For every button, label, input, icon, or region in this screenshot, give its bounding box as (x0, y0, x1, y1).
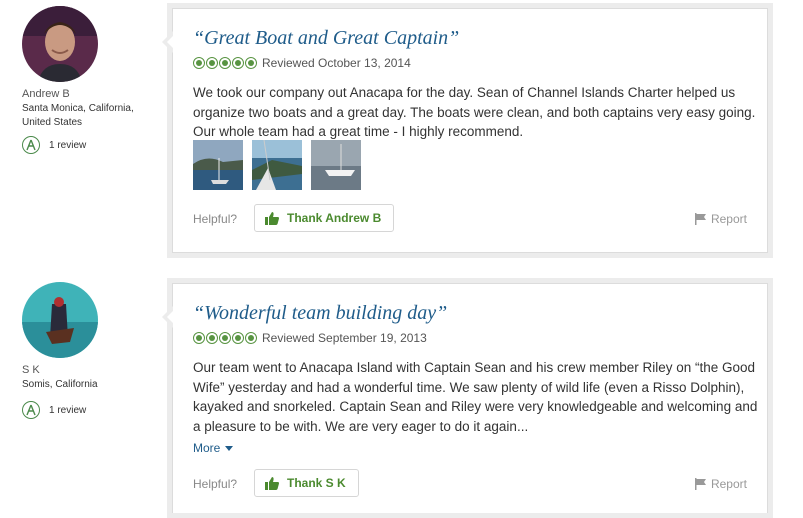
review-count-text[interactable]: 1 review (49, 140, 86, 151)
rating-bubble (193, 332, 205, 344)
rating-bubble (245, 332, 257, 344)
review-card: “Great Boat and Great Captain” Reviewed … (162, 3, 773, 258)
rating-bubble (232, 332, 244, 344)
rating-bubble (193, 57, 205, 69)
rating-bubble (219, 332, 231, 344)
review-photo[interactable] (252, 140, 302, 190)
rating-line: Reviewed September 19, 2013 (193, 331, 427, 345)
thank-button-label: Thank S K (287, 476, 346, 490)
flag-icon (694, 478, 706, 490)
reviewer-badge-icon (22, 136, 40, 154)
card-pointer-inner (167, 35, 174, 49)
bubble-rating-icon (193, 332, 258, 344)
review-title[interactable]: “Great Boat and Great Captain” (193, 27, 459, 50)
rating-bubble (232, 57, 244, 69)
avatar[interactable] (22, 6, 98, 82)
member-location: Santa Monica, California, United States (22, 103, 134, 128)
review-title[interactable]: “Wonderful team building day” (193, 302, 447, 325)
member-review-count: 1 review (22, 136, 157, 154)
helpful-label: Helpful? (193, 212, 238, 226)
flag-icon (694, 213, 706, 225)
rating-bubble (245, 57, 257, 69)
thank-button-label: Thank Andrew B (287, 211, 382, 225)
thank-button[interactable]: Thank Andrew B (254, 204, 395, 232)
review-photo[interactable] (193, 140, 243, 190)
review-count-text[interactable]: 1 review (49, 405, 86, 416)
more-link[interactable]: More (193, 441, 234, 455)
member-review-count: 1 review (22, 401, 157, 419)
report-link[interactable]: Report (694, 212, 747, 226)
report-link[interactable]: Report (694, 477, 747, 491)
more-label: More (193, 441, 221, 455)
review-photo[interactable] (311, 140, 361, 190)
avatar[interactable] (22, 282, 98, 358)
helpful-label: Helpful? (193, 477, 238, 491)
reviewed-date: Reviewed October 13, 2014 (262, 56, 411, 70)
rating-bubble (206, 332, 218, 344)
report-label: Report (710, 477, 747, 491)
review-card: “Wonderful team building day” Reviewed S… (162, 278, 773, 518)
member-name[interactable]: Andrew B (22, 88, 157, 100)
member-info: S K Somis, California 1 review (22, 282, 157, 419)
thumbs-up-icon (265, 211, 279, 225)
card-pointer-inner (167, 310, 174, 324)
thank-button[interactable]: Thank S K (254, 469, 359, 497)
review-card-body: “Wonderful team building day” Reviewed S… (162, 283, 768, 513)
reviewer-badge-icon (22, 401, 40, 419)
member-name[interactable]: S K (22, 364, 157, 376)
member-info: Andrew B Santa Monica, California, Unite… (22, 6, 157, 154)
rating-line: Reviewed October 13, 2014 (193, 56, 411, 70)
review-photos (193, 140, 370, 190)
review-card-body: “Great Boat and Great Captain” Reviewed … (162, 8, 768, 253)
review-body: We took our company out Anacapa for the … (193, 85, 756, 139)
reviewed-date: Reviewed September 19, 2013 (262, 331, 427, 345)
rating-bubble (219, 57, 231, 69)
member-location: Somis, California (22, 379, 98, 390)
thumbs-up-icon (265, 476, 279, 490)
review-body: Our team went to Anacapa Island with Cap… (193, 360, 758, 434)
report-label: Report (710, 212, 747, 226)
bubble-rating-icon (193, 57, 258, 69)
rating-bubble (206, 57, 218, 69)
chevron-down-icon (225, 445, 234, 451)
